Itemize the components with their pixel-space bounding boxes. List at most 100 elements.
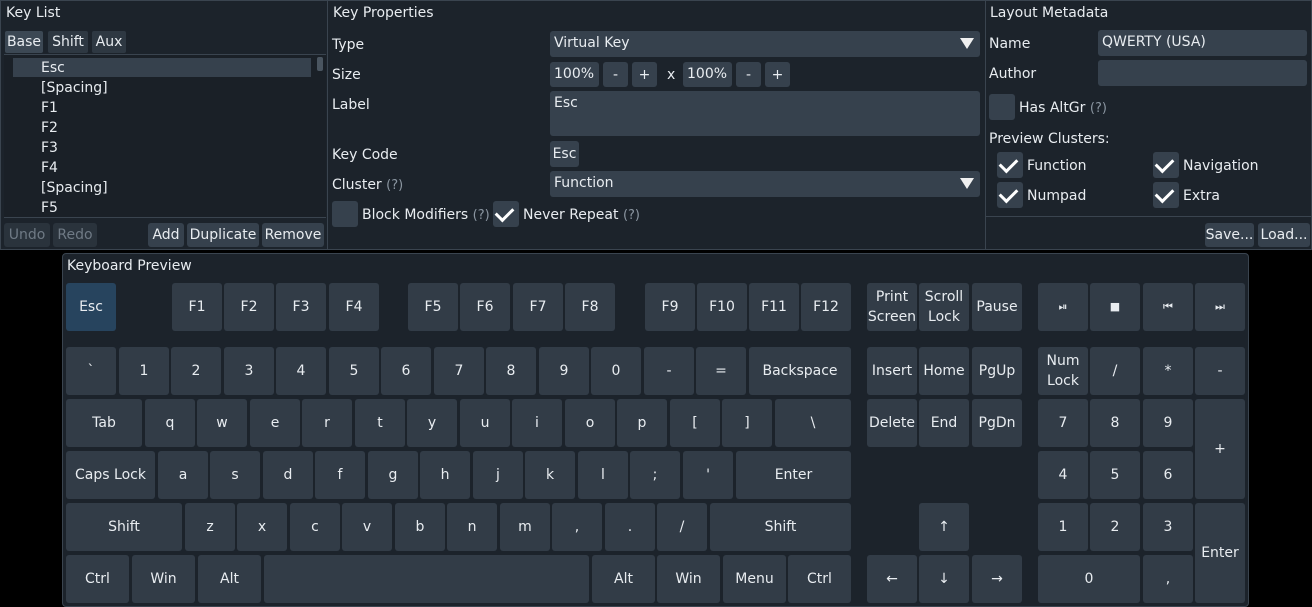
key-numpad-5[interactable]: 5 [1090,451,1140,499]
label-textarea[interactable]: Esc [550,91,980,136]
key-space[interactable] [264,555,589,603]
key-numpad-3[interactable]: 3 [1143,503,1193,551]
key-numpad-4[interactable]: 4 [1038,451,1088,499]
key-end[interactable]: End [919,399,969,447]
key-numpad-0[interactable]: 0 [1038,555,1140,603]
remove-button[interactable]: Remove [262,223,324,247]
key-h[interactable]: h [420,451,470,499]
key-slash[interactable]: / [657,503,707,551]
key-left-shift[interactable]: Shift [66,503,182,551]
undo-button[interactable]: Undo [4,223,50,247]
type-dropdown[interactable]: Virtual Key [550,31,980,57]
key-r[interactable]: r [302,399,352,447]
cluster-help-icon[interactable]: (?) [386,178,403,193]
key-tab[interactable]: Tab [66,399,142,447]
key-c[interactable]: c [290,503,340,551]
block-modifiers-checkbox[interactable] [332,201,358,227]
size-height-plus-button[interactable]: + [765,62,790,87]
key-backtick[interactable]: ` [66,347,116,395]
key-arrow-left-icon[interactable]: ← [867,555,917,603]
key-e[interactable]: e [250,399,300,447]
key-6[interactable]: 6 [381,347,431,395]
never-repeat-help-icon[interactable]: (?) [623,208,640,223]
key-p[interactable]: p [617,399,667,447]
key-numpad-9[interactable]: 9 [1143,399,1193,447]
tab-base[interactable]: Base [5,31,43,53]
key-pgdn[interactable]: PgDn [972,399,1022,447]
key-comma[interactable]: , [552,503,602,551]
key-left-alt[interactable]: Alt [198,555,261,603]
list-item[interactable]: F3 [41,140,58,156]
list-item[interactable]: [Spacing] [41,80,108,96]
size-width-field[interactable]: 100% [550,62,599,87]
key-backslash[interactable]: \ [775,399,851,447]
key-next-icon[interactable]: ⏭ [1195,283,1245,331]
add-button[interactable]: Add [148,223,184,247]
size-width-plus-button[interactable]: + [632,62,657,87]
name-field[interactable]: QWERTY (USA) [1098,30,1307,56]
list-item[interactable]: F4 [41,160,58,176]
key-numpad-7[interactable]: 7 [1038,399,1088,447]
key-z[interactable]: z [185,503,235,551]
key-minus[interactable]: - [644,347,694,395]
key-caps-lock[interactable]: Caps Lock [66,451,155,499]
key-t[interactable]: t [355,399,405,447]
key-d[interactable]: d [263,451,313,499]
key-numpad-1[interactable]: 1 [1038,503,1088,551]
key-s[interactable]: s [210,451,260,499]
key-i[interactable]: i [512,399,562,447]
key-n[interactable]: n [447,503,497,551]
list-item[interactable]: Esc [41,60,65,76]
key-v[interactable]: v [342,503,392,551]
key-f5[interactable]: F5 [408,283,458,331]
cluster-function-checkbox[interactable] [997,152,1023,178]
key-w[interactable]: w [197,399,247,447]
key-numpad-8[interactable]: 8 [1090,399,1140,447]
key-menu[interactable]: Menu [723,555,786,603]
size-width-minus-button[interactable]: - [603,62,628,87]
key-3[interactable]: 3 [224,347,274,395]
key-l[interactable]: l [578,451,628,499]
key-delete[interactable]: Delete [867,399,917,447]
key-f11[interactable]: F11 [749,283,799,331]
key-arrow-right-icon[interactable]: → [972,555,1022,603]
key-arrow-up-icon[interactable]: ↑ [919,503,969,551]
tab-shift[interactable]: Shift [48,31,88,53]
list-scrollbar[interactable] [317,57,323,71]
key-m[interactable]: m [500,503,550,551]
cluster-extra-checkbox[interactable] [1153,182,1179,208]
key-num-lock[interactable]: Num Lock [1038,347,1088,395]
key-right-win[interactable]: Win [657,555,720,603]
key-f10[interactable]: F10 [697,283,747,331]
key-pgup[interactable]: PgUp [972,347,1022,395]
cluster-navigation-checkbox[interactable] [1153,152,1179,178]
keycode-button[interactable]: Esc [550,141,579,167]
key-9[interactable]: 9 [539,347,589,395]
key-numpad-enter[interactable]: Enter [1195,503,1245,603]
key-numpad-decimal[interactable]: , [1143,555,1193,603]
key-right-bracket[interactable]: ] [722,399,772,447]
key-semicolon[interactable]: ; [630,451,680,499]
author-field[interactable] [1098,60,1307,86]
key-0[interactable]: 0 [591,347,641,395]
key-f9[interactable]: F9 [645,283,695,331]
key-stop-icon[interactable]: ■ [1090,283,1140,331]
never-repeat-checkbox[interactable] [493,201,519,227]
key-left-ctrl[interactable]: Ctrl [66,555,129,603]
cluster-numpad-checkbox[interactable] [997,182,1023,208]
tab-aux[interactable]: Aux [92,31,126,53]
key-5[interactable]: 5 [329,347,379,395]
cluster-dropdown[interactable]: Function [550,171,980,197]
key-2[interactable]: 2 [171,347,221,395]
key-right-ctrl[interactable]: Ctrl [788,555,851,603]
key-scroll-lock[interactable]: Scroll Lock [919,283,969,331]
key-f[interactable]: f [315,451,365,499]
key-pause[interactable]: Pause [972,283,1022,331]
list-item[interactable]: F5 [41,200,58,216]
key-f8[interactable]: F8 [565,283,615,331]
key-7[interactable]: 7 [434,347,484,395]
key-left-win[interactable]: Win [132,555,195,603]
key-backspace[interactable]: Backspace [749,347,851,395]
key-previous-icon[interactable]: ⏮ [1143,283,1193,331]
key-u[interactable]: u [460,399,510,447]
